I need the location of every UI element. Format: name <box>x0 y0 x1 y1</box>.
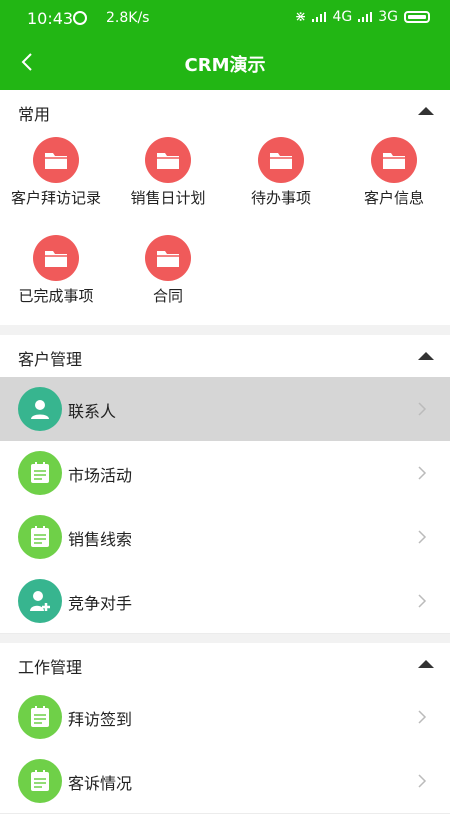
section-title-customer: 客户管理 <box>18 350 83 369</box>
folder-icon <box>371 137 417 183</box>
nav-bar: CRM演示 <box>0 38 450 90</box>
signal-icon-2 <box>358 12 373 22</box>
checklist-icon <box>18 451 62 495</box>
list-item-competitors[interactable]: 竞争对手 <box>0 569 450 634</box>
grid-label: 客户拜访记录 <box>10 189 101 207</box>
list-item-complaints[interactable]: 客诉情况 <box>0 749 450 814</box>
network-label-2: 3G <box>378 9 398 25</box>
grid-item-todo[interactable]: 待办事项 <box>225 137 337 208</box>
folder-icon <box>145 235 191 281</box>
list-item-label: 竞争对手 <box>68 594 133 613</box>
checklist-icon <box>18 695 62 739</box>
list-item-label: 拜访签到 <box>68 710 133 729</box>
list-item-visit-checkin[interactable]: 拜访签到 <box>0 685 450 750</box>
grid-label: 已完成事项 <box>18 287 94 305</box>
list-item-label: 销售线索 <box>68 530 133 549</box>
collapse-caret-icon[interactable] <box>418 107 434 115</box>
status-time: 10:43 <box>27 9 74 28</box>
grid-item-daily-plan[interactable]: 销售日计划 <box>112 137 224 208</box>
folder-icon <box>258 137 304 183</box>
bluetooth-icon: ⋇ <box>294 9 307 25</box>
section-header-work[interactable]: 工作管理 <box>0 643 450 686</box>
page-title: CRM演示 <box>184 55 266 76</box>
alarm-icon <box>73 11 87 25</box>
list-item-sales-leads[interactable]: 销售线索 <box>0 505 450 570</box>
grid-item-customer-info[interactable]: 客户信息 <box>338 137 450 208</box>
chevron-right-icon <box>418 402 427 416</box>
checklist-icon <box>18 759 62 803</box>
chevron-right-icon <box>418 530 427 544</box>
chevron-right-icon <box>418 774 427 788</box>
status-speed: 2.8K/s <box>106 10 150 26</box>
person-icon <box>18 387 62 431</box>
section-header-common[interactable]: 常用 <box>0 90 450 133</box>
folder-icon <box>145 137 191 183</box>
grid-label: 销售日计划 <box>130 189 206 207</box>
list-item-label: 市场活动 <box>68 466 133 485</box>
list-item-label: 客诉情况 <box>68 774 133 793</box>
chevron-right-icon <box>418 466 427 480</box>
collapse-caret-icon[interactable] <box>418 352 434 360</box>
grid-item-visit-records[interactable]: 客户拜访记录 <box>0 137 112 208</box>
section-title-common: 常用 <box>18 105 51 124</box>
signal-icon <box>312 12 327 22</box>
grid-item-contract[interactable]: 合同 <box>112 235 224 306</box>
list-item-label: 联系人 <box>68 402 117 421</box>
grid-label: 合同 <box>152 287 183 305</box>
chevron-right-icon <box>418 710 427 724</box>
status-bar: 10:43 2.8K/s ⋇ 4G 3G <box>0 0 450 38</box>
chevron-right-icon <box>418 594 427 608</box>
grid-label: 客户信息 <box>363 189 424 207</box>
grid-item-completed[interactable]: 已完成事项 <box>0 235 112 306</box>
add-person-icon <box>18 579 62 623</box>
status-right: ⋇ 4G 3G <box>295 9 430 25</box>
list-item-market-activity[interactable]: 市场活动 <box>0 441 450 506</box>
grid-label: 待办事项 <box>250 189 311 207</box>
collapse-caret-icon[interactable] <box>418 660 434 668</box>
battery-icon <box>404 11 430 23</box>
folder-icon <box>33 137 79 183</box>
network-label-1: 4G <box>332 9 353 25</box>
folder-icon <box>33 235 79 281</box>
section-header-customer[interactable]: 客户管理 <box>0 335 450 378</box>
common-grid: 客户拜访记录 销售日计划 待办事项 客户信息 已完成事项 合同 <box>0 132 450 325</box>
checklist-icon <box>18 515 62 559</box>
list-item-contacts[interactable]: 联系人 <box>0 377 450 442</box>
section-title-work: 工作管理 <box>18 658 83 677</box>
